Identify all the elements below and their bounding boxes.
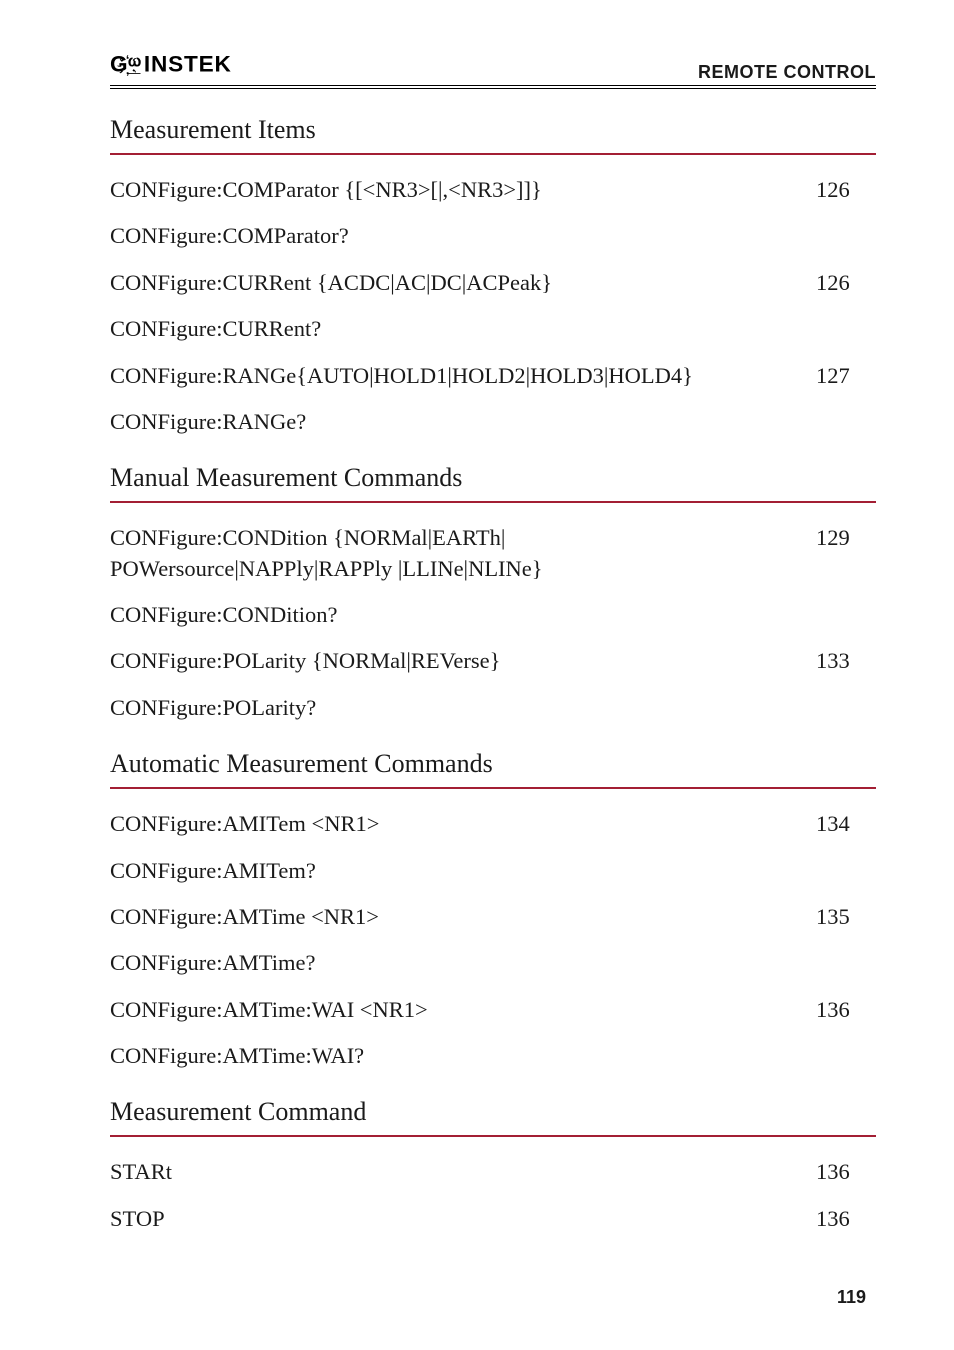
toc-entry: CONFigure:CURRent?	[110, 314, 876, 344]
svg-text:INSTEK: INSTEK	[144, 51, 232, 76]
header: G ҉ _ ω INSTEK REMOTE CONTROL	[110, 50, 876, 89]
section-title: Measurement Items	[110, 115, 876, 145]
toc-entry: STARt 136	[110, 1157, 876, 1187]
toc-entry: CONFigure:AMTime:WAI <NR1> 136	[110, 995, 876, 1025]
toc-entry: CONFigure:AMTime?	[110, 948, 876, 978]
toc-entry: STOP 136	[110, 1204, 876, 1234]
section-2: Automatic Measurement Commands CONFigure…	[110, 749, 876, 1071]
toc-entry: CONFigure:POLarity {NORMal|REVerse} 133	[110, 646, 876, 676]
section-rule	[110, 501, 876, 503]
entry-label: CONFigure:AMITem?	[110, 856, 816, 886]
toc-entry: CONFigure:CONDition {NORMal|EARTh| POWer…	[110, 523, 876, 584]
entry-label: CONFigure:CONDition?	[110, 600, 816, 630]
section-rule	[110, 787, 876, 789]
entry-page: 126	[816, 268, 876, 298]
toc-entry: CONFigure:POLarity?	[110, 693, 876, 723]
svg-text:ω: ω	[128, 52, 142, 70]
entry-label: CONFigure:COMParator {[<NR3>[|,<NR3>]]}	[110, 175, 816, 205]
entry-label: CONFigure:AMTime:WAI?	[110, 1041, 816, 1071]
toc-entry: CONFigure:RANGe?	[110, 407, 876, 437]
brand-logo: G ҉ _ ω INSTEK	[110, 50, 320, 83]
section-title: Automatic Measurement Commands	[110, 749, 876, 779]
entry-label: CONFigure:RANGe?	[110, 407, 816, 437]
entry-label: CONFigure:AMTime?	[110, 948, 816, 978]
toc-entry: CONFigure:AMTime:WAI?	[110, 1041, 876, 1071]
section-1: Manual Measurement Commands CONFigure:CO…	[110, 463, 876, 723]
entry-page: 126	[816, 175, 876, 205]
page-number: 119	[837, 1287, 866, 1308]
section-3: Measurement Command STARt 136 STOP 136	[110, 1097, 876, 1234]
toc-entry: CONFigure:COMParator?	[110, 221, 876, 251]
entry-page: 134	[816, 809, 876, 839]
toc-entry: CONFigure:AMTime <NR1> 135	[110, 902, 876, 932]
section-title: Measurement Command	[110, 1097, 876, 1127]
toc-entry: CONFigure:RANGe{AUTO|HOLD1|HOLD2|HOLD3|H…	[110, 361, 876, 391]
entry-label: CONFigure:CONDition {NORMal|EARTh| POWer…	[110, 523, 816, 584]
toc-entry: CONFigure:CONDition?	[110, 600, 876, 630]
entry-page: 136	[816, 1157, 876, 1187]
entry-label: CONFigure:RANGe{AUTO|HOLD1|HOLD2|HOLD3|H…	[110, 361, 816, 391]
section-0: Measurement Items CONFigure:COMParator {…	[110, 115, 876, 437]
entry-label: CONFigure:AMTime:WAI <NR1>	[110, 995, 816, 1025]
entry-page: 127	[816, 361, 876, 391]
doc-title: REMOTE CONTROL	[698, 62, 876, 83]
entry-label: CONFigure:POLarity?	[110, 693, 816, 723]
toc-entry: CONFigure:AMITem <NR1> 134	[110, 809, 876, 839]
entry-page: 135	[816, 902, 876, 932]
entry-label: CONFigure:COMParator?	[110, 221, 816, 251]
entry-page: 136	[816, 1204, 876, 1234]
entry-label: CONFigure:CURRent {ACDC|AC|DC|ACPeak}	[110, 268, 816, 298]
entry-label: CONFigure:POLarity {NORMal|REVerse}	[110, 646, 816, 676]
entry-label: CONFigure:CURRent?	[110, 314, 816, 344]
entry-page: 136	[816, 995, 876, 1025]
section-rule	[110, 1135, 876, 1137]
toc-entry: CONFigure:AMITem?	[110, 856, 876, 886]
section-rule	[110, 153, 876, 155]
section-title: Manual Measurement Commands	[110, 463, 876, 493]
entry-label: CONFigure:AMTime <NR1>	[110, 902, 816, 932]
entry-page: 133	[816, 646, 876, 676]
svg-text:G: G	[110, 51, 127, 76]
toc-entry: CONFigure:CURRent {ACDC|AC|DC|ACPeak} 12…	[110, 268, 876, 298]
entry-label: CONFigure:AMITem <NR1>	[110, 809, 816, 839]
entry-page: 129	[816, 523, 876, 553]
toc-entry: CONFigure:COMParator {[<NR3>[|,<NR3>]]} …	[110, 175, 876, 205]
entry-label: STOP	[110, 1204, 816, 1234]
entry-label: STARt	[110, 1157, 816, 1187]
